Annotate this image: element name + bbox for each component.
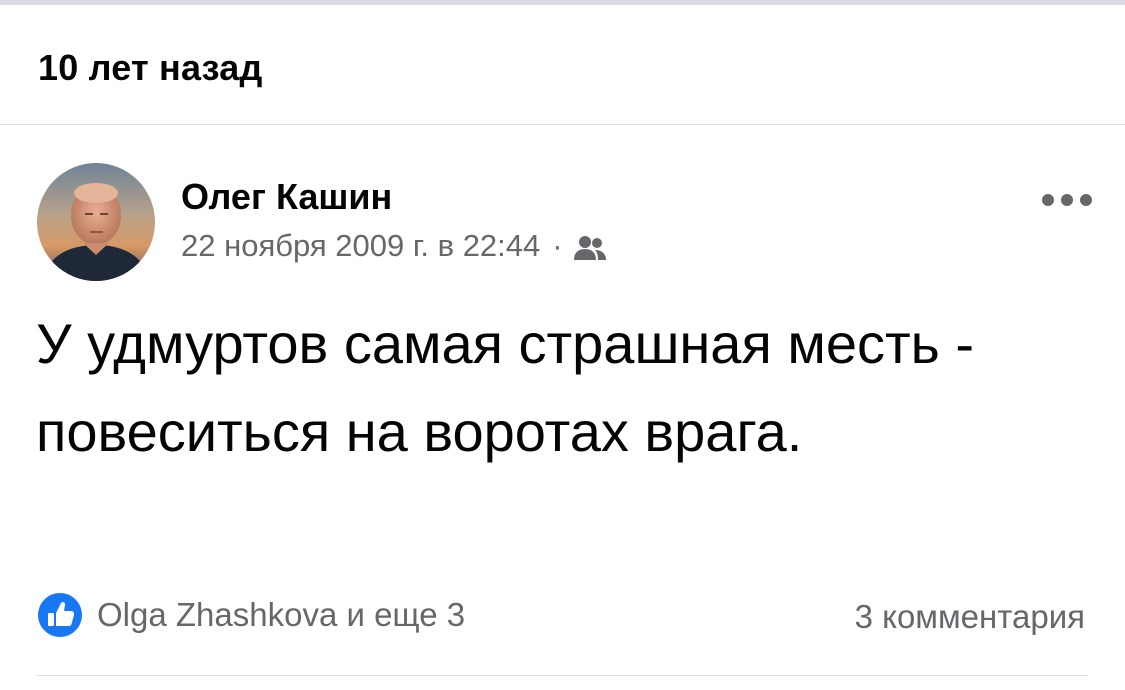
more-options-icon: [1042, 194, 1092, 206]
post-meta: 22 ноября 2009 г. в 22:44 ·: [181, 228, 607, 264]
author-name[interactable]: Олег Кашин: [181, 176, 392, 218]
friends-icon[interactable]: [573, 233, 607, 260]
post-text: У удмуртов самая страшная месть - повеси…: [36, 312, 974, 463]
post-card: Олег Кашин 22 ноября 2009 г. в 22:44 · У…: [0, 126, 1125, 690]
reactions-summary[interactable]: Olga Zhashkova и еще 3: [37, 592, 465, 638]
memory-title: 10 лет назад: [38, 47, 263, 88]
author-avatar[interactable]: [37, 163, 155, 281]
post-timestamp[interactable]: 22 ноября 2009 г. в 22:44: [181, 228, 540, 264]
like-icon: [38, 593, 82, 637]
memory-header: 10 лет назад: [0, 5, 1125, 125]
actions-divider: [37, 675, 1088, 676]
meta-separator: ·: [552, 228, 563, 263]
avatar-photo: [37, 163, 155, 281]
comments-link[interactable]: 3 комментария: [855, 598, 1085, 636]
reactions-text: Olga Zhashkova и еще 3: [97, 596, 466, 633]
more-options-button[interactable]: [1036, 184, 1098, 216]
